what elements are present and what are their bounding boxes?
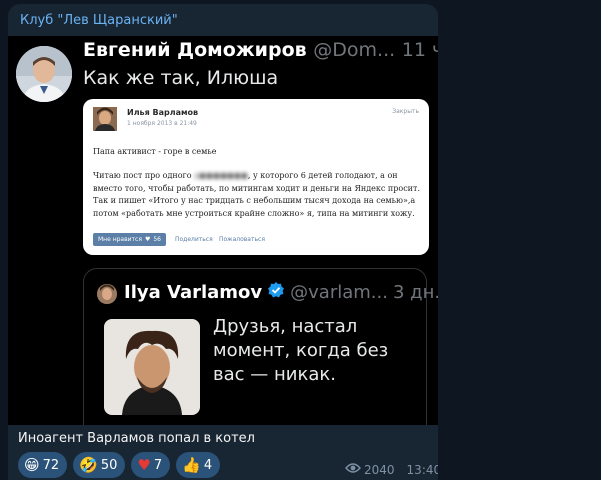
quoted-tweet-photo [104,319,200,415]
tweet-screenshot[interactable]: Евгений Доможиров @Dom... 11 ч. Как же т… [8,36,438,425]
vk-like-button: Мне нравится ♥ 56 [93,233,166,246]
grinning-face-icon: 😁 [24,456,40,474]
message-time: 13:40 [406,462,438,477]
reaction-grinning[interactable]: 😁 72 [18,452,68,478]
reactions-bar: 😁 72 🤣 50 ♥ 7 👍 4 [18,452,221,478]
reaction-rofl[interactable]: 🤣 50 [73,452,126,478]
vk-like-label: Мне нравится [98,236,142,243]
tweet-author[interactable]: Евгений Доможиров @Dom... 11 ч. [83,39,438,61]
tweet-text: Как же так, Илюша [83,67,279,89]
tweet-author-name: Евгений Доможиров [83,39,307,61]
eye-icon [345,462,361,477]
post-caption: Иноагент Варламов попал в котел [18,431,255,446]
channel-name[interactable]: Клуб "Лев Щаранский" [20,13,178,28]
vk-author-avatar [93,107,117,131]
vk-post-date: 1 ноября 2013 в 21:49 [127,120,197,127]
rofl-face-icon: 🤣 [79,456,98,474]
vk-post-body: Читаю пост про одного д●●●●●●●, у которо… [93,170,423,220]
message-bubble[interactable]: Клуб "Лев Щаранский" Евгений Доможиров @… [8,4,438,480]
heart-icon: ♥ [144,236,151,243]
vk-post-card: Илья Варламов 1 ноября 2013 в 21:49 Закр… [83,99,429,255]
quoted-author: Ilya Varlamov @varlam... 3 дн. [124,281,438,304]
quoted-tweet-text: Друзья, настал момент, когда без вас — н… [213,316,389,385]
quoted-author-avatar [97,284,117,304]
reaction-heart[interactable]: ♥ 7 [131,452,171,478]
vk-post-title: Папа активист - горе в семье [93,147,217,156]
quoted-tweet: Ilya Varlamov @varlam... 3 дн. Друзья, н… [83,268,438,425]
tweet-author-handle: @Dom... [313,39,396,61]
vk-author-name: Илья Варламов [127,108,199,117]
vk-report-link: Пожаловаться [219,236,265,243]
vk-like-count: 56 [153,236,161,243]
vk-close-link: Закрыть [392,108,419,115]
tweet-age: 11 ч. [401,39,438,61]
quoted-author-name: Ilya Varlamov [124,282,263,303]
reaction-thumbs-up[interactable]: 👍 4 [176,452,221,478]
reaction-count: 7 [153,457,163,473]
reaction-count: 72 [42,457,60,473]
message-meta: 2040 13:40 [345,462,438,477]
thumbs-up-icon: 👍 [182,456,201,474]
tweet-author-avatar [16,46,72,102]
quoted-author-handle: @varlam... [290,282,388,303]
vk-body-prefix: Читаю пост про одного [93,171,195,180]
reaction-count: 4 [203,457,213,473]
view-count: 2040 [364,462,395,477]
red-heart-icon: ♥ [137,456,151,474]
reaction-count: 50 [100,457,118,473]
vk-share-link: Поделиться [175,236,213,243]
vk-body-blurred: д●●●●●●● [194,171,248,180]
verified-check-icon [267,281,285,304]
quoted-tweet-age: 3 дн. [392,282,438,303]
